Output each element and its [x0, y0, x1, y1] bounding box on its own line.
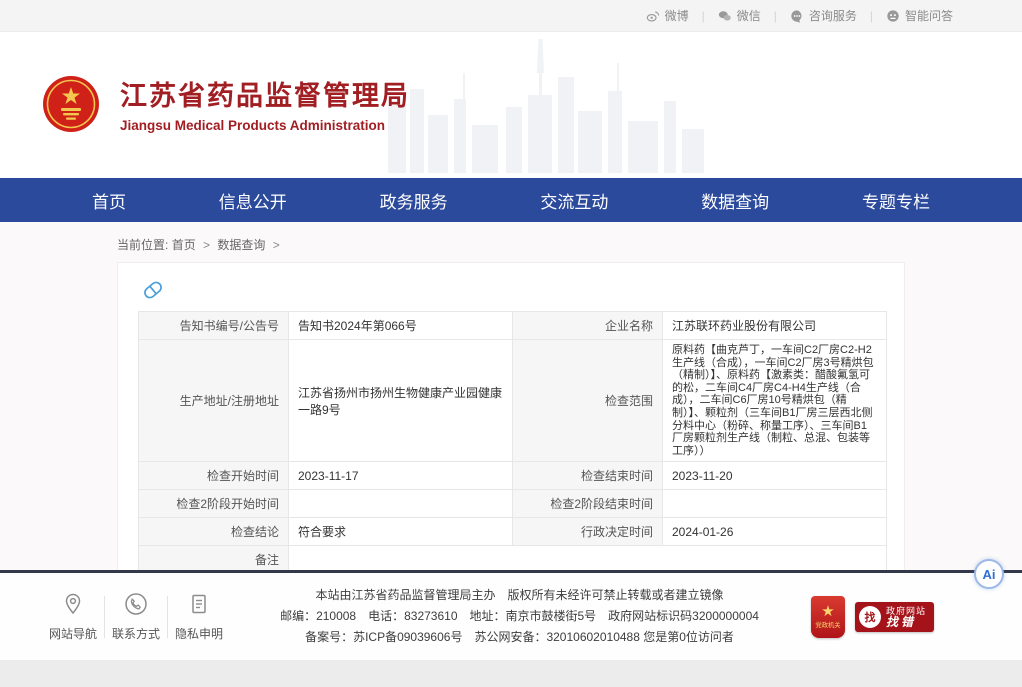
pill-icon: [140, 277, 884, 303]
footer-quick-links: 网站导航 联系方式 隐私申明: [44, 592, 228, 642]
label-phase2-start: 检查2阶段开始时间: [139, 490, 289, 518]
label-company-name: 企业名称: [513, 312, 663, 340]
privacy-label: 隐私申明: [175, 625, 223, 642]
label-inspection-conclusion: 检查结论: [139, 518, 289, 546]
nav-item-data-query[interactable]: 数据查询: [701, 188, 769, 213]
map-pin-icon: [61, 592, 85, 621]
breadcrumb-separator: >: [203, 238, 210, 252]
weibo-label: 微博: [665, 7, 689, 24]
value-phase2-start: [289, 490, 513, 518]
nav-item-home[interactable]: 首页: [92, 188, 126, 213]
table-row: 告知书编号/公告号 告知书2024年第066号 企业名称 江苏联环药业股份有限公…: [139, 312, 887, 340]
inspection-record-table: 告知书编号/公告号 告知书2024年第066号 企业名称 江苏联环药业股份有限公…: [138, 311, 887, 570]
value-inspection-start: 2023-11-17: [289, 462, 513, 490]
contact-label: 联系方式: [112, 625, 160, 642]
site-map-label: 网站导航: [49, 625, 97, 642]
city-skyline-watermark: [388, 33, 718, 178]
table-row: 备注: [139, 546, 887, 570]
wechat-label: 微信: [737, 7, 761, 24]
find-error-logo-icon: 找: [859, 606, 881, 628]
national-emblem-logo: [42, 75, 100, 133]
top-utility-bar: 微博 | 微信 | 咨询服务 | 智能问答: [0, 0, 1022, 32]
weibo-icon: [646, 9, 660, 23]
value-remarks: [289, 546, 887, 570]
site-map-link[interactable]: 网站导航: [44, 592, 102, 642]
value-decision-date: 2024-01-26: [663, 518, 887, 546]
footer-divider: [167, 596, 168, 638]
phone-icon: [124, 592, 148, 621]
site-brand[interactable]: 江苏省药品监督管理局 Jiangsu Medical Products Admi…: [42, 74, 410, 133]
footer-text: 本站由江苏省药品监督管理局主办 版权所有未经许可禁止转载或者建立镜像 邮编：21…: [228, 585, 811, 648]
consult-service-label: 咨询服务: [809, 7, 857, 24]
label-phase2-end: 检查2阶段结束时间: [513, 490, 663, 518]
label-inspection-scope: 检查范围: [513, 340, 663, 462]
party-gov-badge-label: 党政机关: [815, 620, 840, 629]
consult-service-link[interactable]: 咨询服务: [777, 7, 870, 24]
value-notice-number: 告知书2024年第066号: [289, 312, 513, 340]
nav-item-info-disclosure[interactable]: 信息公开: [219, 188, 287, 213]
smart-qa-label: 智能问答: [905, 7, 953, 24]
label-decision-date: 行政决定时间: [513, 518, 663, 546]
value-inspection-end: 2023-11-20: [663, 462, 887, 490]
nav-item-interaction[interactable]: 交流互动: [540, 188, 608, 213]
value-phase2-end: [663, 490, 887, 518]
wechat-link[interactable]: 微信: [705, 7, 774, 24]
main-nav: 首页 信息公开 政务服务 交流互动 数据查询 专题专栏: [0, 178, 1022, 222]
bottom-strip: [0, 660, 1022, 687]
find-error-badge-bottom: 找错: [886, 617, 926, 628]
breadcrumb: 当前位置: 首页 > 数据查询 >: [117, 222, 905, 262]
main-content: 当前位置: 首页 > 数据查询 > 告知书编号/公告号: [0, 222, 1022, 570]
consult-service-icon: [790, 9, 804, 23]
gov-site-find-error-badge[interactable]: 找 政府网站 找错: [855, 602, 934, 632]
nav-item-gov-services[interactable]: 政务服务: [380, 188, 448, 213]
table-row: 检查结论 符合要求 行政决定时间 2024-01-26: [139, 518, 887, 546]
footer-divider: [104, 596, 105, 638]
value-production-address: 江苏省扬州市扬州生物健康产业园健康一路9号: [289, 340, 513, 462]
value-inspection-scope: 原料药【曲克芦丁，一车间C2厂房C2-H2生产线（合成），一车间C2厂房3号精烘…: [663, 340, 887, 462]
record-card: 告知书编号/公告号 告知书2024年第066号 企业名称 江苏联环药业股份有限公…: [117, 262, 905, 570]
ai-assistant-button[interactable]: Ai: [974, 559, 1004, 589]
nav-item-special-topics[interactable]: 专题专栏: [862, 188, 930, 213]
footer-line-icp: 备案号：苏ICP备09039606号 苏公网安备：32010602010488 …: [228, 627, 811, 648]
privacy-link[interactable]: 隐私申明: [170, 592, 228, 642]
site-title-cn: 江苏省药品监督管理局: [120, 74, 410, 113]
footer: 网站导航 联系方式 隐私申明 本站由江苏省药品监: [0, 570, 1022, 660]
weibo-link[interactable]: 微博: [633, 7, 702, 24]
document-icon: [187, 592, 211, 621]
smart-qa-link[interactable]: 智能问答: [873, 7, 966, 24]
site-header: 江苏省药品监督管理局 Jiangsu Medical Products Admi…: [0, 32, 1022, 178]
breadcrumb-current-link[interactable]: 数据查询: [217, 238, 265, 252]
breadcrumb-prefix: 当前位置:: [117, 238, 168, 252]
star-icon: ★: [821, 604, 834, 620]
site-titles: 江苏省药品监督管理局 Jiangsu Medical Products Admi…: [120, 74, 410, 133]
breadcrumb-separator: >: [273, 238, 280, 252]
page: 微博 | 微信 | 咨询服务 | 智能问答: [0, 0, 1022, 687]
table-row: 检查2阶段开始时间 检查2阶段结束时间: [139, 490, 887, 518]
label-inspection-start: 检查开始时间: [139, 462, 289, 490]
value-company-name: 江苏联环药业股份有限公司: [663, 312, 887, 340]
party-gov-badge[interactable]: ★ 党政机关: [811, 596, 845, 638]
value-inspection-conclusion: 符合要求: [289, 518, 513, 546]
breadcrumb-home-link[interactable]: 首页: [172, 238, 196, 252]
site-title-en: Jiangsu Medical Products Administration: [120, 118, 410, 133]
table-row: 生产地址/注册地址 江苏省扬州市扬州生物健康产业园健康一路9号 检查范围 原料药…: [139, 340, 887, 462]
footer-line-contact: 邮编：210008 电话：83273610 地址：南京市鼓楼街5号 政府网站标识…: [228, 606, 811, 627]
label-notice-number: 告知书编号/公告号: [139, 312, 289, 340]
footer-badges: ★ 党政机关 找 政府网站 找错: [811, 596, 934, 638]
label-remarks: 备注: [139, 546, 289, 570]
wechat-icon: [718, 9, 732, 23]
label-production-address: 生产地址/注册地址: [139, 340, 289, 462]
smart-qa-icon: [886, 9, 900, 23]
contact-link[interactable]: 联系方式: [107, 592, 165, 642]
label-inspection-end: 检查结束时间: [513, 462, 663, 490]
footer-line-host: 本站由江苏省药品监督管理局主办 版权所有未经许可禁止转载或者建立镜像: [228, 585, 811, 606]
table-row: 检查开始时间 2023-11-17 检查结束时间 2023-11-20: [139, 462, 887, 490]
